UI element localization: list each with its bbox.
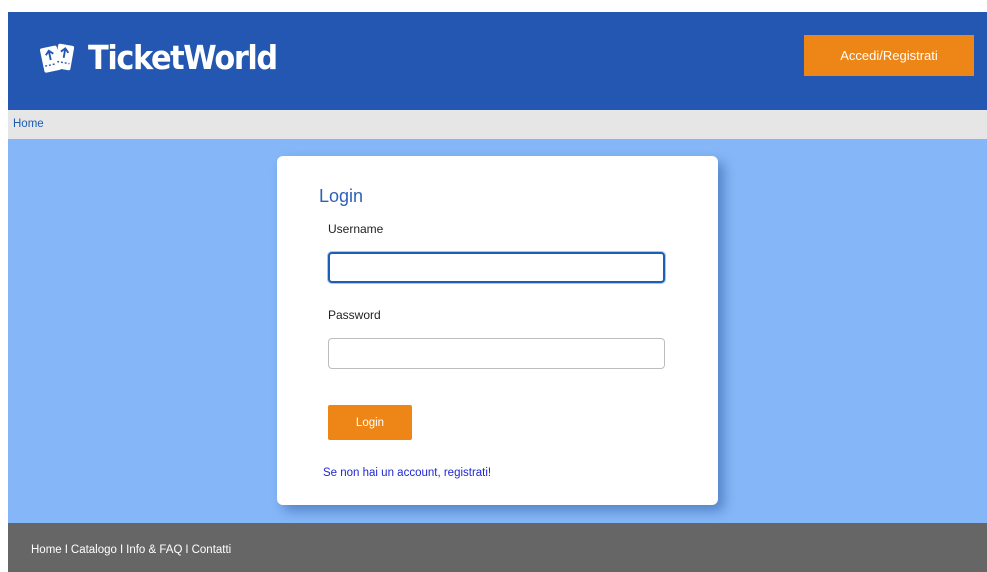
tickets-icon	[39, 43, 75, 73]
footer-link-info-faq[interactable]: Info & FAQ	[126, 544, 182, 556]
breadcrumb: Home	[8, 110, 987, 139]
password-label: Password	[328, 308, 381, 322]
footer-link-catalogo[interactable]: Catalogo	[71, 544, 117, 556]
main-content: Login Username Password Login Se non hai…	[8, 139, 987, 523]
site-footer: Home I Catalogo I Info & FAQ I Contatti	[8, 523, 987, 572]
login-card: Login Username Password Login Se non hai…	[277, 156, 718, 505]
brand-name: TicketWorld	[88, 38, 278, 77]
footer-separator: I	[119, 544, 124, 556]
login-title: Login	[319, 186, 364, 206]
username-input[interactable]	[328, 252, 665, 283]
username-label: Username	[328, 222, 384, 236]
footer-nav: Home I Catalogo I Info & FAQ I Contatti	[31, 544, 231, 556]
page-frame: TicketWorld Accedi/Registrati Home Login…	[8, 12, 987, 572]
password-input[interactable]	[328, 338, 665, 369]
footer-link-contatti[interactable]: Contatti	[192, 544, 232, 556]
login-register-button[interactable]: Accedi/Registrati	[804, 35, 974, 76]
footer-link-home[interactable]: Home	[31, 544, 62, 556]
footer-separator: I	[185, 544, 189, 556]
register-link[interactable]: Se non hai un account, registrati!	[323, 467, 491, 479]
login-submit-button[interactable]: Login	[328, 405, 412, 440]
site-header: TicketWorld Accedi/Registrati	[8, 12, 987, 110]
site-logo[interactable]: TicketWorld	[38, 38, 293, 77]
breadcrumb-home-link[interactable]: Home	[13, 118, 44, 130]
footer-separator: I	[64, 544, 68, 556]
